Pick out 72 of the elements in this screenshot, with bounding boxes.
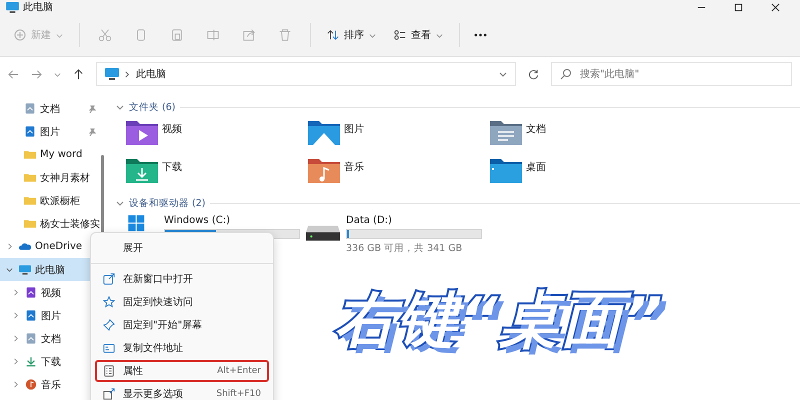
section-header[interactable]: 文件夹 (6) bbox=[129, 100, 176, 114]
folder-name[interactable]: 下载 bbox=[162, 157, 182, 174]
folder-icon bbox=[24, 195, 36, 206]
caret-icon bbox=[369, 32, 376, 38]
sidebar-item[interactable]: 女神月素材 bbox=[0, 166, 100, 189]
chevron-right-icon[interactable] bbox=[12, 312, 19, 319]
back-arrow-icon[interactable] bbox=[8, 68, 19, 80]
up-arrow-icon[interactable] bbox=[73, 68, 84, 80]
folder-name[interactable]: 文档 bbox=[526, 119, 546, 136]
search-field[interactable]: 搜索"此电脑" bbox=[551, 62, 792, 86]
maximize-icon[interactable] bbox=[734, 2, 743, 12]
chevron-right-icon[interactable] bbox=[12, 289, 19, 296]
sidebar-item[interactable]: 图片 bbox=[0, 120, 100, 143]
free-space-text: 336 GB 可用，共 341 GB bbox=[346, 242, 464, 255]
open-window-icon bbox=[103, 273, 115, 285]
chevron-right-icon[interactable] bbox=[124, 70, 131, 78]
folder-icon bbox=[24, 149, 36, 160]
desktop-folder-icon[interactable] bbox=[490, 157, 522, 183]
caret-icon bbox=[436, 32, 443, 38]
sidebar-item[interactable]: 欧派橱柜 bbox=[0, 189, 100, 212]
music-icon bbox=[25, 379, 37, 390]
sidebar-item[interactable]: 杨女士装修实 bbox=[0, 212, 100, 235]
folder-name[interactable]: 图片 bbox=[344, 119, 364, 136]
download-arrow-icon bbox=[25, 356, 37, 367]
scrollbar-thumb[interactable] bbox=[101, 155, 104, 235]
address-icon bbox=[103, 342, 115, 354]
video-folder-icon[interactable] bbox=[126, 119, 158, 145]
drive-name[interactable]: Data (D:) bbox=[346, 215, 482, 226]
plus-circle-icon bbox=[14, 29, 26, 41]
computer-icon bbox=[19, 264, 31, 275]
list-view-icon bbox=[394, 29, 406, 41]
chevron-down-icon[interactable] bbox=[116, 103, 124, 111]
sidebar-item[interactable]: 文档 bbox=[0, 97, 100, 120]
chevron-right-icon[interactable] bbox=[12, 381, 19, 388]
properties-icon bbox=[103, 365, 115, 377]
breadcrumb-link[interactable]: 此电脑 bbox=[136, 67, 166, 81]
more-icon[interactable] bbox=[474, 33, 487, 37]
chevron-right-icon[interactable] bbox=[12, 335, 19, 342]
chevron-down-icon[interactable] bbox=[499, 70, 507, 78]
chevron-down-icon[interactable] bbox=[6, 266, 13, 273]
folder-name[interactable]: 桌面 bbox=[526, 157, 546, 174]
view-button[interactable]: 查看 bbox=[392, 24, 445, 46]
computer-icon bbox=[6, 2, 19, 12]
sidebar-item[interactable]: My word bbox=[0, 143, 100, 166]
folder-name[interactable]: 视频 bbox=[162, 119, 182, 136]
computer-icon bbox=[105, 68, 119, 80]
chevron-down-icon[interactable] bbox=[116, 199, 124, 207]
folder-icon bbox=[24, 172, 36, 183]
pic-folder-icon[interactable] bbox=[308, 119, 340, 145]
close-icon[interactable] bbox=[771, 2, 780, 12]
refresh-icon[interactable] bbox=[528, 68, 539, 80]
doc-folder-icon[interactable] bbox=[490, 119, 522, 145]
folder-name[interactable]: 音乐 bbox=[344, 157, 364, 174]
download-folder-icon[interactable] bbox=[126, 157, 158, 183]
drive-name[interactable]: Windows (C:) bbox=[164, 215, 300, 226]
chevron-right-icon[interactable] bbox=[12, 358, 19, 365]
star-icon bbox=[103, 296, 115, 308]
caret-icon bbox=[56, 32, 63, 38]
music-folder-icon[interactable] bbox=[308, 157, 340, 183]
chevron-right-icon[interactable] bbox=[6, 243, 13, 250]
menu-item[interactable]: 属性 Alt+Enter bbox=[95, 360, 269, 382]
more-options-icon bbox=[103, 388, 115, 400]
folder-icon bbox=[24, 218, 36, 229]
chevron-down-icon[interactable] bbox=[54, 70, 61, 78]
sort-arrows-icon bbox=[327, 29, 339, 41]
section-header[interactable]: 设备和驱动器 (2) bbox=[129, 196, 206, 210]
window-title: 此电脑 bbox=[23, 0, 53, 14]
search-icon bbox=[560, 68, 572, 80]
search-input[interactable]: 搜索"此电脑" bbox=[578, 68, 783, 80]
cloud-icon bbox=[19, 241, 31, 252]
sort-button[interactable]: 排序 bbox=[325, 24, 378, 46]
forward-arrow-icon[interactable] bbox=[31, 68, 42, 80]
